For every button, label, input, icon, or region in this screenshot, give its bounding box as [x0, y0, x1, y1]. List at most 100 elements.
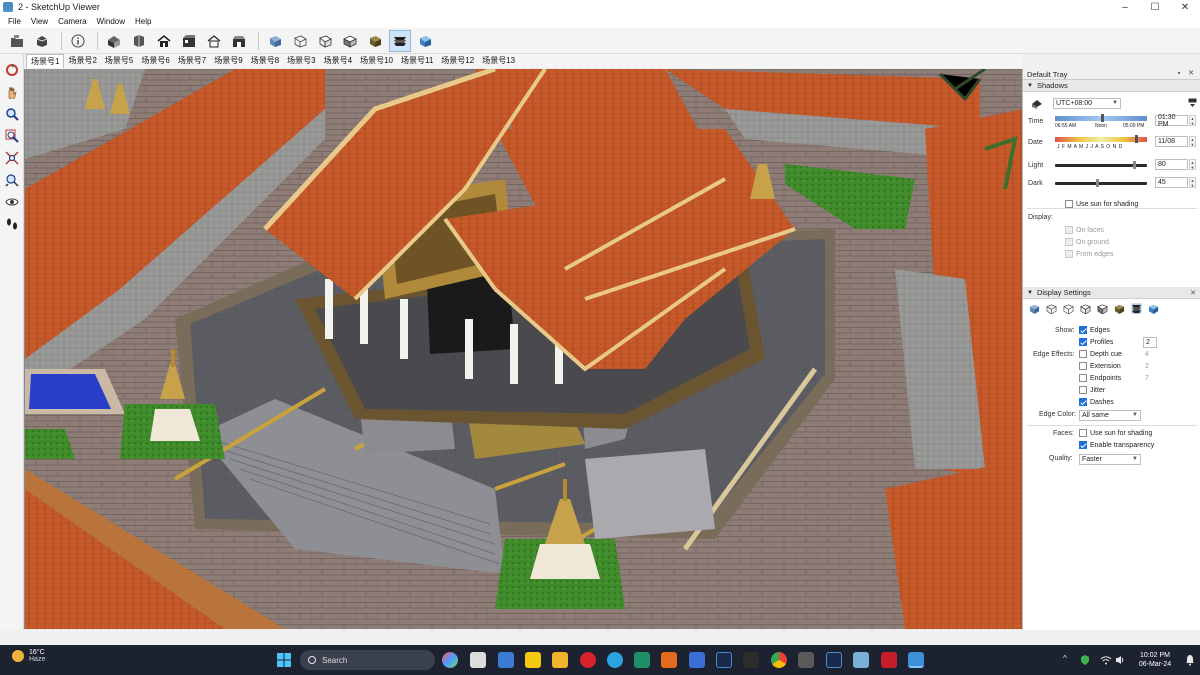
scene-tab[interactable]: 场景号5 — [101, 54, 137, 68]
date-spinner[interactable]: ▲ ▼ — [1189, 136, 1196, 147]
quality-select[interactable]: Faster ▼ — [1079, 454, 1141, 465]
dashes-checkbox[interactable] — [1079, 398, 1087, 406]
volume-icon[interactable] — [1115, 655, 1125, 665]
back-view-button[interactable] — [203, 30, 225, 52]
zoom-tool-button[interactable] — [2, 104, 22, 123]
shadow-toggle-icon[interactable] — [1031, 97, 1043, 109]
scene-tab[interactable]: 场景号11 — [397, 54, 437, 68]
date-input[interactable]: 11/08 — [1155, 136, 1188, 147]
wireframe-style-icon[interactable] — [1063, 303, 1074, 314]
menu-window[interactable]: Window — [97, 17, 125, 26]
faces-use-sun-checkbox[interactable] — [1079, 429, 1087, 437]
xray-button[interactable] — [264, 30, 286, 52]
taskbar-search[interactable]: Search — [300, 650, 435, 670]
endpoints-checkbox[interactable] — [1079, 374, 1087, 382]
light-input[interactable]: 80 — [1155, 159, 1188, 170]
right-view-button[interactable] — [178, 30, 200, 52]
scene-tab[interactable]: 场景号4 — [320, 54, 356, 68]
task-view-icon[interactable] — [470, 652, 486, 668]
app-icon[interactable] — [743, 652, 759, 668]
zoom-extents-button[interactable] — [2, 148, 22, 167]
security-icon[interactable] — [1080, 655, 1090, 665]
app-icon[interactable] — [798, 652, 814, 668]
wireframe-button[interactable] — [289, 30, 311, 52]
dark-input[interactable]: 45 — [1155, 177, 1188, 188]
top-view-button[interactable] — [128, 30, 150, 52]
edge-color-select[interactable]: All same ▼ — [1079, 410, 1141, 421]
use-sun-checkbox[interactable] — [1065, 200, 1073, 208]
walk-tool-button[interactable] — [2, 214, 22, 233]
orbit-tool-button[interactable] — [2, 60, 22, 79]
color-style-icon[interactable] — [1148, 303, 1159, 314]
profiles-width-input[interactable]: 2 — [1143, 337, 1157, 348]
menu-view[interactable]: View — [31, 17, 48, 26]
from-edges-row[interactable]: From edges — [1065, 250, 1113, 258]
monochrome-style-icon[interactable] — [1131, 303, 1142, 314]
on-faces-checkbox[interactable] — [1065, 226, 1073, 234]
dashes-row[interactable]: Dashes — [1079, 398, 1114, 406]
model-info-button[interactable] — [31, 30, 53, 52]
pan-tool-button[interactable] — [2, 82, 22, 101]
iso-view-button[interactable] — [103, 30, 125, 52]
scene-tab[interactable]: 场景号13 — [478, 54, 519, 68]
enable-transparency-row[interactable]: Enable transparency — [1079, 441, 1154, 449]
display-settings-section-header[interactable]: ▼ Display Settings ✕ — [1023, 287, 1200, 299]
look-around-button[interactable] — [2, 192, 22, 211]
shadows-section-header[interactable]: ▼ Shadows — [1023, 80, 1200, 92]
maximize-button[interactable]: ☐ — [1140, 0, 1170, 14]
monochrome-button[interactable] — [389, 29, 411, 52]
shaded-textures-button[interactable] — [364, 30, 386, 52]
scene-tab[interactable]: 场景号7 — [174, 54, 210, 68]
expand-details-icon[interactable] — [1188, 98, 1197, 108]
notifications-bell-icon[interactable] — [1185, 654, 1195, 666]
windows-start-icon[interactable] — [276, 652, 292, 668]
opera-icon[interactable] — [580, 652, 596, 668]
depth-cue-row[interactable]: Depth cue — [1079, 350, 1122, 358]
app-icon[interactable] — [689, 652, 705, 668]
dark-slider-thumb[interactable] — [1096, 179, 1100, 187]
position-camera-button[interactable] — [2, 170, 22, 189]
photoshop-icon[interactable] — [826, 652, 842, 668]
zoom-window-button[interactable] — [2, 126, 22, 145]
section-close-icon[interactable]: ✕ — [1190, 289, 1196, 297]
left-view-button[interactable] — [228, 30, 250, 52]
scene-tab[interactable]: 场景号1 — [26, 54, 65, 68]
light-spinner[interactable]: ▲ ▼ — [1189, 159, 1196, 170]
scene-tab[interactable]: 场景号2 — [64, 54, 100, 68]
scene-tab[interactable]: 场景号3 — [283, 54, 319, 68]
back-edges-style-icon[interactable] — [1046, 303, 1057, 314]
weather-widget[interactable]: 16°C Haze — [12, 649, 45, 663]
profiles-row[interactable]: Profiles — [1079, 338, 1113, 346]
edges-checkbox[interactable] — [1079, 326, 1087, 334]
time-input[interactable]: 01:30 PM — [1155, 114, 1188, 128]
app-icon[interactable] — [634, 652, 650, 668]
show-hidden-icons[interactable]: ^ — [1063, 654, 1067, 663]
shaded-button[interactable] — [339, 30, 361, 52]
acrobat-icon[interactable] — [881, 652, 897, 668]
minimize-button[interactable]: – — [1110, 0, 1140, 14]
from-edges-checkbox[interactable] — [1065, 250, 1073, 258]
menu-camera[interactable]: Camera — [58, 17, 86, 26]
photoshop-icon[interactable] — [716, 652, 732, 668]
model-viewport[interactable] — [24, 69, 1022, 629]
system-clock[interactable]: 10:02 PM 06-Mar-24 — [1130, 651, 1180, 669]
endpoints-row[interactable]: Endpoints — [1079, 374, 1121, 382]
tray-pin-icon[interactable]: ▪ — [1175, 70, 1183, 78]
time-slider-thumb[interactable] — [1101, 114, 1104, 122]
on-ground-row[interactable]: On ground — [1065, 238, 1109, 246]
extension-row[interactable]: Extension — [1079, 362, 1121, 370]
profiles-checkbox[interactable] — [1079, 338, 1087, 346]
sketchup-viewer-taskbar-icon[interactable] — [908, 652, 924, 668]
open-file-button[interactable] — [6, 30, 28, 52]
calculator-icon[interactable] — [498, 652, 514, 668]
wifi-icon[interactable] — [1100, 655, 1112, 665]
jitter-checkbox[interactable] — [1079, 386, 1087, 394]
dark-spinner[interactable]: ▲ ▼ — [1189, 177, 1196, 188]
sticky-notes-icon[interactable] — [525, 652, 541, 668]
edges-row[interactable]: Edges — [1079, 326, 1110, 334]
shaded-style-icon[interactable] — [1097, 303, 1108, 314]
scene-tab[interactable]: 场景号6 — [137, 54, 173, 68]
style-button[interactable] — [414, 30, 436, 52]
on-ground-checkbox[interactable] — [1065, 238, 1073, 246]
vpn-icon[interactable] — [661, 652, 677, 668]
